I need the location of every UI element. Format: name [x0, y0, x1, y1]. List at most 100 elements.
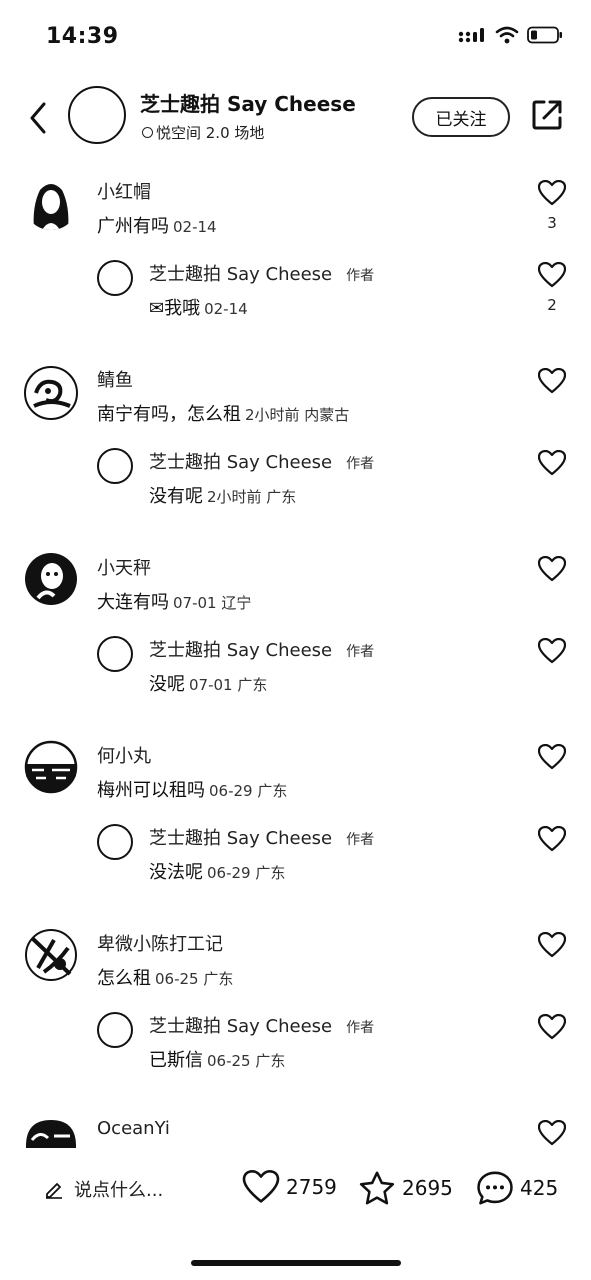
reply-like-button[interactable] [537, 449, 567, 480]
like-total: 2759 [286, 1175, 337, 1199]
commenter-name[interactable]: 小红帽 [97, 178, 151, 204]
post-like-button[interactable]: 2759 [242, 1170, 337, 1204]
comment-like-button[interactable] [537, 555, 567, 586]
follow-button[interactable]: 已关注 [412, 97, 510, 137]
comment-meta: 06-29 广东 [209, 782, 288, 800]
comment-body: 梅州可以租吗 [97, 780, 205, 801]
comment-body: 大连有吗 [97, 592, 169, 613]
avatar[interactable] [24, 366, 78, 420]
reply-author-name: 芝士趣拍 Say Cheese [149, 828, 333, 849]
comment-total: 425 [520, 1176, 559, 1200]
battery-icon [527, 26, 563, 48]
comment-text: 梅州可以租吗 06-29 广东 [97, 776, 287, 802]
heart-icon [537, 931, 567, 958]
reply-text: 没呢 07-01 广东 [149, 670, 267, 696]
comment-body: 广州有吗 [97, 216, 169, 237]
reply-author[interactable]: 芝士趣拍 Say Cheese 作者 [149, 824, 374, 850]
circle-icon [142, 127, 153, 138]
comment-like-button[interactable]: 3 [537, 179, 567, 232]
reply-avatar[interactable] [97, 824, 133, 860]
wifi-icon [495, 26, 519, 48]
avatar[interactable] [24, 740, 78, 794]
commenter-name[interactable]: 鲭鱼 [97, 366, 133, 392]
home-indicator[interactable] [191, 1260, 401, 1266]
reply-author[interactable]: 芝士趣拍 Say Cheese 作者 [149, 448, 374, 474]
comment-bubble-icon [477, 1171, 513, 1205]
reply-author[interactable]: 芝士趣拍 Say Cheese 作者 [149, 260, 374, 286]
reply-author[interactable]: 芝士趣拍 Say Cheese 作者 [149, 636, 374, 662]
comment-text: 大连有吗 07-01 辽宁 [97, 588, 251, 614]
reply-like-button[interactable] [537, 1013, 567, 1044]
reply-author-name: 芝士趣拍 Say Cheese [149, 640, 333, 661]
reply-author[interactable]: 芝士趣拍 Say Cheese 作者 [149, 1012, 374, 1038]
comment-input[interactable]: 说点什么... [44, 1176, 163, 1202]
reply-body: 没法呢 [149, 862, 203, 883]
envelope-icon: ✉ [149, 298, 165, 319]
avatar[interactable] [24, 552, 78, 606]
like-count: 3 [547, 214, 557, 232]
reply-text: 没法呢 06-29 广东 [149, 858, 285, 884]
status-bar: 14:39 [0, 0, 591, 74]
reply-meta: 07-01 广东 [189, 676, 268, 694]
share-button[interactable] [530, 98, 564, 132]
avatar[interactable] [24, 1116, 78, 1148]
comment-like-button[interactable] [537, 1119, 567, 1148]
comment-list: 小红帽 广州有吗 02-14 3 芝士趣拍 Say Cheese 作者 ✉我哦 02-… [0, 168, 591, 1148]
reply-body: 已斯信 [149, 1050, 203, 1071]
reply-meta: 2小时前 广东 [207, 488, 297, 506]
heart-icon [537, 825, 567, 852]
comment-text: 广州有吗 02-14 [97, 212, 217, 238]
comment-text: 怎么租 06-25 广东 [97, 964, 233, 990]
star-icon [359, 1171, 395, 1205]
author-name[interactable]: 芝士趣拍 Say Cheese [140, 88, 356, 117]
commenter-name[interactable]: 小天秤 [97, 554, 151, 580]
reply-meta: 06-29 广东 [207, 864, 286, 882]
reply-avatar[interactable] [97, 260, 133, 296]
reply-author-name: 芝士趣拍 Say Cheese [149, 264, 333, 285]
post-collect-button[interactable]: 2695 [358, 1170, 453, 1206]
bottom-action-bar: 说点什么... 2759 2695 425 [0, 1160, 591, 1220]
collect-total: 2695 [402, 1176, 453, 1200]
cellular-signal-icon [457, 26, 487, 48]
share-icon [532, 100, 562, 130]
header: 芝士趣拍 Say Cheese 悦空间 2.0 场地 已关注 [0, 80, 591, 160]
avatar[interactable] [24, 176, 78, 230]
heart-icon [537, 555, 567, 582]
comment-meta: 07-01 辽宁 [173, 594, 252, 612]
comment-like-button[interactable] [537, 931, 567, 962]
heart-icon [537, 743, 567, 770]
comment-like-button[interactable] [537, 743, 567, 774]
author-tag: 作者 [346, 644, 375, 660]
reply-body: 我哦 [164, 298, 201, 319]
comment-text: 南宁有吗，怎么租 2小时前 内蒙古 [97, 400, 349, 426]
comment-meta: 2小时前 内蒙古 [245, 406, 350, 424]
reply-like-button[interactable] [537, 637, 567, 668]
commenter-name[interactable]: 何小丸 [97, 742, 151, 768]
avatar[interactable] [24, 928, 78, 982]
heart-icon [537, 179, 567, 206]
author-avatar[interactable] [68, 86, 126, 144]
back-button[interactable] [24, 98, 52, 138]
commenter-name[interactable]: OceanYi [97, 1118, 170, 1139]
reply-avatar[interactable] [97, 636, 133, 672]
comment-meta: 02-14 [173, 218, 217, 236]
comment-like-button[interactable] [537, 367, 567, 398]
reply-like-button[interactable] [537, 825, 567, 856]
heart-icon [537, 1013, 567, 1040]
subtitle-text: 悦空间 2.0 场地 [156, 124, 265, 142]
reply-text: 已斯信 06-25 广东 [149, 1046, 285, 1072]
commenter-name[interactable]: 卑微小陈打工记 [97, 930, 223, 956]
reply-author-name: 芝士趣拍 Say Cheese [149, 452, 333, 473]
heart-icon [537, 261, 567, 288]
reply-avatar[interactable] [97, 1012, 133, 1048]
comment-meta: 06-25 广东 [155, 970, 234, 988]
like-count: 2 [547, 296, 557, 314]
post-subtitle: 悦空间 2.0 场地 [142, 122, 264, 143]
heart-icon [537, 449, 567, 476]
author-tag: 作者 [346, 832, 375, 848]
reply-avatar[interactable] [97, 448, 133, 484]
comment-body: 南宁有吗，怎么租 [97, 404, 241, 425]
reply-like-button[interactable]: 2 [537, 261, 567, 314]
post-comment-button[interactable]: 425 [476, 1170, 558, 1206]
reply-text: 没有呢 2小时前 广东 [149, 482, 296, 508]
